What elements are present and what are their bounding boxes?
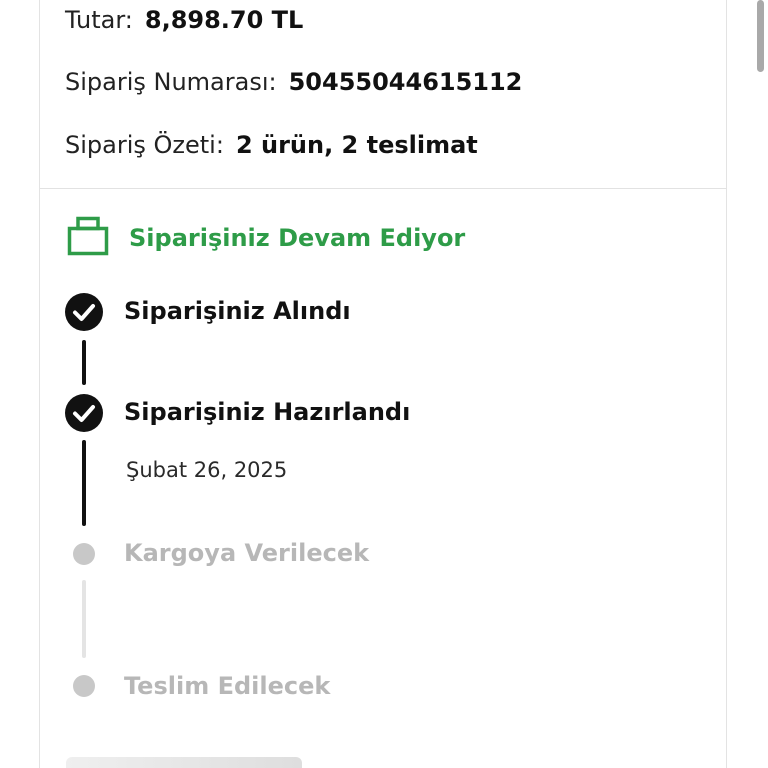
step-order-prepared-date: Şubat 26, 2025	[126, 458, 288, 482]
order-card	[39, 0, 727, 768]
order-number-value[interactable]: 50455044615112	[289, 68, 523, 96]
product-image[interactable]	[66, 757, 302, 768]
order-amount-value: 8,898.70 TL	[144, 6, 304, 34]
pending-dot-icon	[73, 675, 95, 697]
order-status-header: Siparişiniz Devam Ediyor	[67, 216, 466, 260]
pending-dot-icon	[73, 543, 95, 565]
order-status-title: Siparişiniz Devam Ediyor	[129, 224, 466, 252]
timeline-connector	[82, 340, 86, 385]
scrollbar[interactable]	[757, 0, 764, 72]
check-circle-icon	[64, 393, 104, 433]
step-order-received: Siparişiniz Alındı	[124, 297, 351, 325]
step-order-prepared: Siparişiniz Hazırlandı	[124, 398, 411, 426]
order-summary-row: Sipariş Özeti: 2 ürün, 2 teslimat	[65, 129, 478, 161]
order-summary-label: Sipariş Özeti:	[65, 131, 224, 159]
order-amount-label: Tutar:	[65, 6, 133, 34]
order-number-label: Sipariş Numarası:	[65, 68, 277, 96]
order-summary-value: 2 ürün, 2 teslimat	[235, 131, 478, 159]
order-detail-page: Tutar: 8,898.70 TL Sipariş Numarası: 50455…	[0, 0, 768, 768]
step-to-be-shipped: Kargoya Verilecek	[124, 539, 370, 567]
check-circle-icon	[64, 292, 104, 332]
section-divider	[40, 188, 727, 189]
order-number-row: Sipariş Numarası: 50455044615112	[65, 66, 522, 98]
timeline-connector	[82, 580, 86, 658]
step-to-be-delivered: Teslim Edilecek	[124, 672, 331, 700]
timeline-connector	[82, 440, 86, 526]
package-box-icon	[67, 216, 109, 260]
order-amount-row: Tutar: 8,898.70 TL	[65, 4, 303, 36]
